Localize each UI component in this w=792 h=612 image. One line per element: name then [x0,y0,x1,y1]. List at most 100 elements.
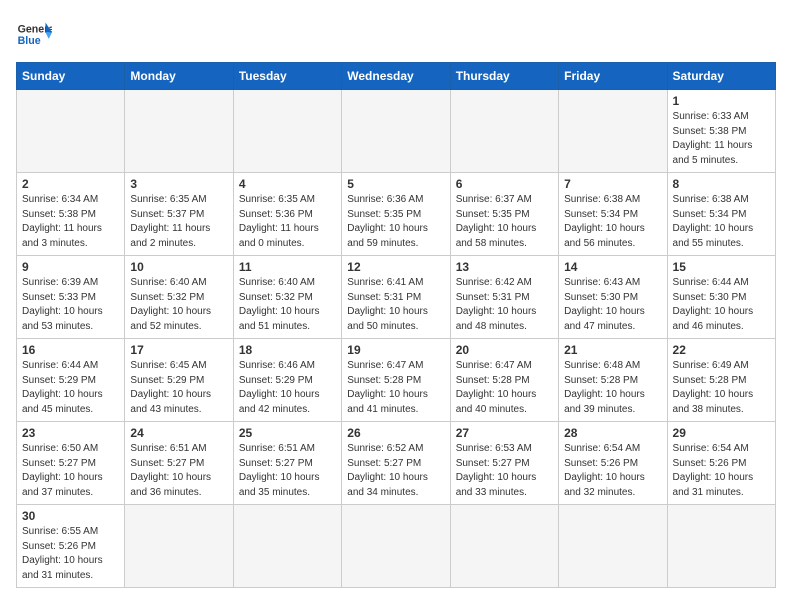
day-cell: 25Sunrise: 6:51 AM Sunset: 5:27 PM Dayli… [233,422,341,505]
day-cell: 8 Sunrise: 6:38 AM Sunset: 5:34 PM Daylig… [667,173,775,256]
day-info: Sunrise: 6:36 AM Sunset: 5:35 PM Dayligh… [347,193,444,251]
day-cell: 29Sunrise: 6:54 AM Sunset: 5:26 PM Dayli… [667,422,775,505]
day-number: 13 [456,260,553,274]
day-number: 10 [130,260,227,274]
day-cell: 4 Sunrise: 6:35 AM Sunset: 5:36 PM Daylig… [233,173,341,256]
day-number: 4 [239,177,336,191]
day-cell: 26 Sunrise: 6:52 AM Sunset: 5:27 PM Dayli… [342,422,450,505]
day-number: 16 [22,343,119,357]
day-cell: 20Sunrise: 6:47 AM Sunset: 5:28 PM Dayli… [450,339,558,422]
day-number: 11 [239,260,336,274]
day-number: 7 [564,177,661,191]
weekday-friday: Friday [559,63,667,90]
day-info: Sunrise: 6:51 AM Sunset: 5:27 PM Dayligh… [130,442,227,500]
day-info: Sunrise: 6:44 AM Sunset: 5:29 PM Dayligh… [22,359,119,417]
day-cell: 3Sunrise: 6:35 AM Sunset: 5:37 PM Daylig… [125,173,233,256]
day-cell: 22 Sunrise: 6:49 AM Sunset: 5:28 PM Dayli… [667,339,775,422]
day-cell: 7 Sunrise: 6:38 AM Sunset: 5:34 PM Daylig… [559,173,667,256]
day-cell: 12 Sunrise: 6:41 AM Sunset: 5:31 PM Dayli… [342,256,450,339]
day-cell [450,505,558,588]
weekday-wednesday: Wednesday [342,63,450,90]
week-row-2: 2Sunrise: 6:34 AM Sunset: 5:38 PM Daylig… [17,173,776,256]
day-info: Sunrise: 6:41 AM Sunset: 5:31 PM Dayligh… [347,276,444,334]
day-number: 17 [130,343,227,357]
day-info: Sunrise: 6:47 AM Sunset: 5:28 PM Dayligh… [347,359,444,417]
day-cell [233,505,341,588]
day-number: 27 [456,426,553,440]
day-info: Sunrise: 6:54 AM Sunset: 5:26 PM Dayligh… [564,442,661,500]
day-cell: 1 Sunrise: 6:33 AM Sunset: 5:38 PM Daylig… [667,90,775,173]
week-row-3: 9 Sunrise: 6:39 AM Sunset: 5:33 PM Daylig… [17,256,776,339]
day-number: 24 [130,426,227,440]
day-cell: 19 Sunrise: 6:47 AM Sunset: 5:28 PM Dayli… [342,339,450,422]
page: General Blue SundayMondayTuesdayWednesda… [0,0,792,598]
day-info: Sunrise: 6:34 AM Sunset: 5:38 PM Dayligh… [22,193,119,251]
weekday-header-row: SundayMondayTuesdayWednesdayThursdayFrid… [17,63,776,90]
day-number: 22 [673,343,770,357]
week-row-5: 23Sunrise: 6:50 AM Sunset: 5:27 PM Dayli… [17,422,776,505]
day-number: 29 [673,426,770,440]
day-cell: 10Sunrise: 6:40 AM Sunset: 5:32 PM Dayli… [125,256,233,339]
weekday-saturday: Saturday [667,63,775,90]
day-info: Sunrise: 6:45 AM Sunset: 5:29 PM Dayligh… [130,359,227,417]
calendar-table: SundayMondayTuesdayWednesdayThursdayFrid… [16,62,776,588]
day-info: Sunrise: 6:43 AM Sunset: 5:30 PM Dayligh… [564,276,661,334]
header: General Blue [16,16,776,52]
day-cell [233,90,341,173]
day-number: 14 [564,260,661,274]
day-cell [342,505,450,588]
day-info: Sunrise: 6:46 AM Sunset: 5:29 PM Dayligh… [239,359,336,417]
day-number: 25 [239,426,336,440]
day-number: 15 [673,260,770,274]
day-cell [342,90,450,173]
day-cell: 27 Sunrise: 6:53 AM Sunset: 5:27 PM Dayli… [450,422,558,505]
day-cell: 5Sunrise: 6:36 AM Sunset: 5:35 PM Daylig… [342,173,450,256]
day-cell: 28 Sunrise: 6:54 AM Sunset: 5:26 PM Dayli… [559,422,667,505]
day-info: Sunrise: 6:47 AM Sunset: 5:28 PM Dayligh… [456,359,553,417]
day-info: Sunrise: 6:42 AM Sunset: 5:31 PM Dayligh… [456,276,553,334]
day-number: 6 [456,177,553,191]
weekday-monday: Monday [125,63,233,90]
day-info: Sunrise: 6:38 AM Sunset: 5:34 PM Dayligh… [564,193,661,251]
day-number: 28 [564,426,661,440]
day-number: 3 [130,177,227,191]
day-cell [667,505,775,588]
day-number: 12 [347,260,444,274]
day-cell: 2Sunrise: 6:34 AM Sunset: 5:38 PM Daylig… [17,173,125,256]
day-cell: 24 Sunrise: 6:51 AM Sunset: 5:27 PM Dayli… [125,422,233,505]
day-info: Sunrise: 6:49 AM Sunset: 5:28 PM Dayligh… [673,359,770,417]
day-info: Sunrise: 6:50 AM Sunset: 5:27 PM Dayligh… [22,442,119,500]
day-number: 1 [673,94,770,108]
day-info: Sunrise: 6:35 AM Sunset: 5:36 PM Dayligh… [239,193,336,251]
day-info: Sunrise: 6:55 AM Sunset: 5:26 PM Dayligh… [22,525,119,583]
day-info: Sunrise: 6:37 AM Sunset: 5:35 PM Dayligh… [456,193,553,251]
day-info: Sunrise: 6:40 AM Sunset: 5:32 PM Dayligh… [239,276,336,334]
weekday-sunday: Sunday [17,63,125,90]
day-cell: 17 Sunrise: 6:45 AM Sunset: 5:29 PM Dayli… [125,339,233,422]
day-cell: 18 Sunrise: 6:46 AM Sunset: 5:29 PM Dayli… [233,339,341,422]
day-number: 26 [347,426,444,440]
day-cell: 13 Sunrise: 6:42 AM Sunset: 5:31 PM Dayli… [450,256,558,339]
day-number: 21 [564,343,661,357]
day-cell [17,90,125,173]
day-info: Sunrise: 6:52 AM Sunset: 5:27 PM Dayligh… [347,442,444,500]
day-cell [559,505,667,588]
day-info: Sunrise: 6:39 AM Sunset: 5:33 PM Dayligh… [22,276,119,334]
day-info: Sunrise: 6:44 AM Sunset: 5:30 PM Dayligh… [673,276,770,334]
day-cell: 11 Sunrise: 6:40 AM Sunset: 5:32 PM Dayli… [233,256,341,339]
logo-icon: General Blue [16,16,52,52]
day-number: 18 [239,343,336,357]
day-cell: 30Sunrise: 6:55 AM Sunset: 5:26 PM Dayli… [17,505,125,588]
weekday-tuesday: Tuesday [233,63,341,90]
day-number: 19 [347,343,444,357]
day-cell [125,505,233,588]
day-number: 8 [673,177,770,191]
day-cell [450,90,558,173]
logo: General Blue [16,16,52,52]
day-info: Sunrise: 6:33 AM Sunset: 5:38 PM Dayligh… [673,110,770,168]
day-info: Sunrise: 6:38 AM Sunset: 5:34 PM Dayligh… [673,193,770,251]
day-cell: 6 Sunrise: 6:37 AM Sunset: 5:35 PM Daylig… [450,173,558,256]
day-info: Sunrise: 6:53 AM Sunset: 5:27 PM Dayligh… [456,442,553,500]
day-number: 9 [22,260,119,274]
day-cell: 15 Sunrise: 6:44 AM Sunset: 5:30 PM Dayli… [667,256,775,339]
